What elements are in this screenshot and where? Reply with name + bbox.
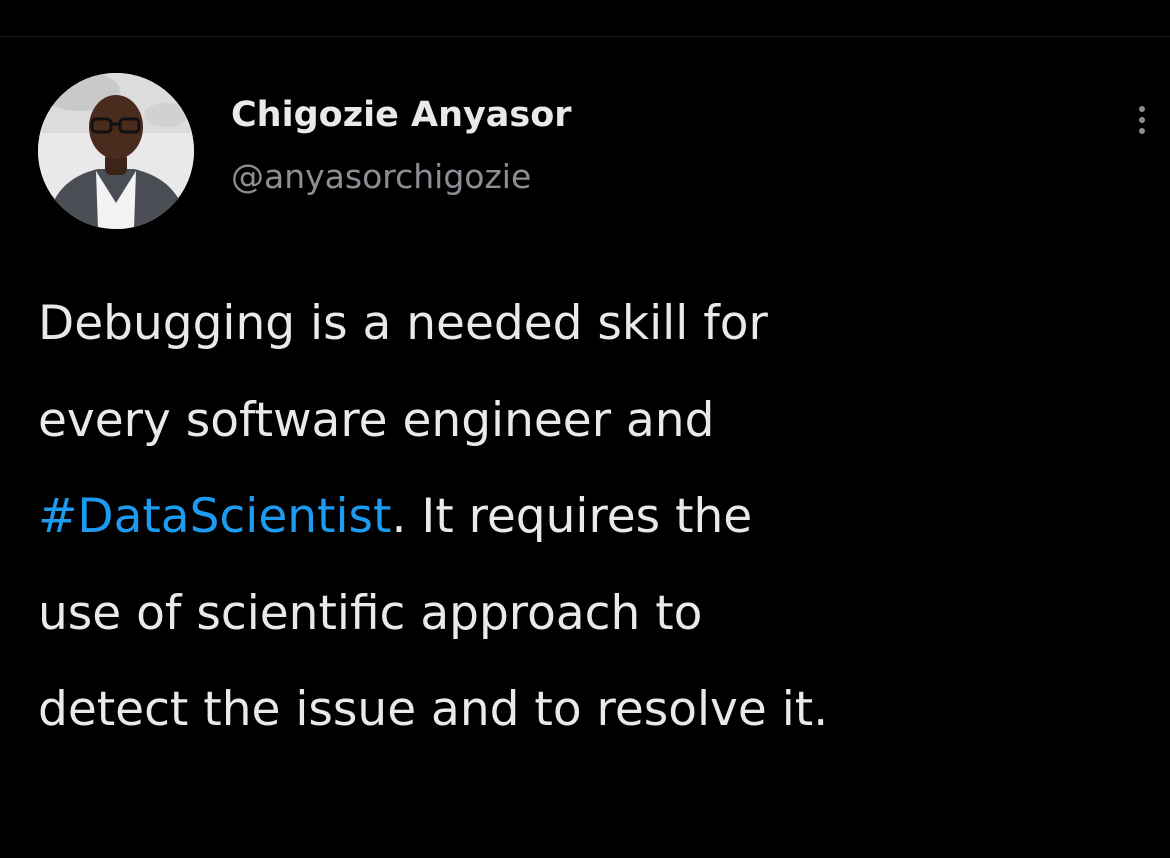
avatar[interactable] [38,73,194,229]
profile-photo-icon [38,73,194,229]
author-handle[interactable]: @anyasorchigozie [231,155,572,199]
tweet-text-line: use of scientific approach to [38,585,703,641]
tweet-text-line: Debugging is a needed skill for [38,296,768,351]
tweet-text-line: detect the issue and to resolve it. [38,682,829,737]
more-dot [1139,128,1145,134]
tweet-text-fragment: . It requires the [391,489,753,544]
more-dot [1139,106,1145,112]
author-display-name[interactable]: Chigozie Anyasor [231,93,572,137]
tweet-text-line: every software engineer and [38,392,715,448]
hashtag-link[interactable]: #DataScientist [38,489,391,544]
tweet-card: Chigozie Anyasor @anyasorchigozie Debugg… [0,0,1170,858]
author-info: Chigozie Anyasor @anyasorchigozie [231,93,572,199]
tweet-text: Debugging is a needed skill for every so… [38,276,1148,759]
tweet-text-line: #DataScientist. It requires the [38,469,1148,566]
more-dot [1139,117,1145,123]
more-vertical-icon[interactable] [1124,100,1160,140]
